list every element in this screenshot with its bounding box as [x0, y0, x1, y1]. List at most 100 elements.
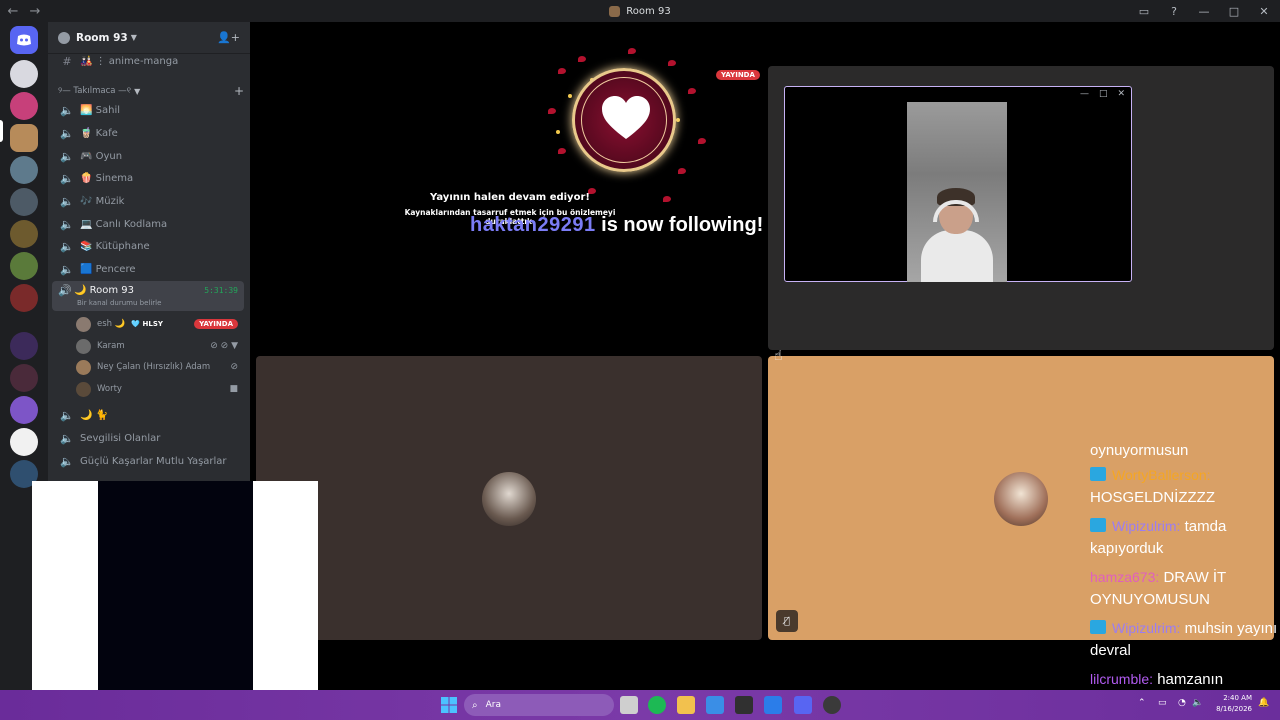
voice-channel[interactable]: 🔈 🍿 Sinema [54, 168, 244, 188]
channel-label: 🍿 Sinema [80, 172, 134, 184]
battery-icon: ▭ [1158, 698, 1167, 708]
channel-label: 📚 Kütüphane [80, 240, 150, 252]
clock[interactable]: 2:40 AM 8/16/2026 [1206, 693, 1252, 715]
speaker-icon: 🔊 [58, 284, 72, 297]
voice-channel-room-93[interactable]: 🔊 🌙 Room 93 Bir kanal durumu belirle 5:3… [52, 281, 244, 311]
channel-status[interactable]: Bir kanal durumu belirle [77, 299, 161, 307]
server-icon[interactable] [10, 332, 38, 360]
voice-user-name: esh 🌙 [97, 319, 126, 329]
server-icon[interactable] [10, 92, 38, 120]
store-icon[interactable] [706, 696, 724, 714]
muted-icon[interactable]: 🎙̸ [776, 610, 798, 632]
taskbar-search[interactable]: ⌕ Ara [464, 694, 614, 716]
voice-user-name: Karam [97, 341, 125, 351]
voice-channel[interactable]: 🔈 🎮 Oyun [54, 146, 244, 166]
inbox-icon[interactable]: ▭ [1136, 5, 1152, 18]
notification-icon[interactable]: 🔔 [1258, 698, 1269, 708]
server-icon[interactable] [10, 252, 38, 280]
voice-user[interactable]: Ney Çalan (Hırsızlık) Adam ⊘ [76, 357, 244, 377]
petal-icon [558, 68, 566, 74]
chat-username: lilcrumble: [1090, 671, 1154, 687]
close-button[interactable]: ✕ [1256, 5, 1272, 18]
chat-message: oynuyormusun [1090, 440, 1280, 462]
voice-channel[interactable]: 🔈 📚 Kütüphane [54, 236, 244, 256]
back-arrow-icon[interactable]: ← [4, 4, 22, 19]
add-member-icon[interactable]: 👤+ [217, 31, 240, 44]
server-icon[interactable] [10, 60, 38, 88]
speaker-icon: 🔈 [60, 431, 74, 445]
channel-label: 🎎 ⋮ anime-manga [80, 55, 179, 67]
voice-channel[interactable]: 🔈 💻 Canlı Kodlama [54, 214, 244, 234]
minimize-button[interactable]: — [1196, 5, 1212, 18]
camera-popout-window[interactable]: — □ ✕ [784, 86, 1132, 282]
discord-taskbar-icon[interactable] [794, 696, 812, 714]
sparkle-icon [556, 130, 560, 134]
voice-channel[interactable]: 🔈 Güçlü Kaşarlar Mutlu Yaşarlar [54, 451, 244, 471]
server-icon[interactable] [10, 220, 38, 248]
server-header[interactable]: Room 93 ▼ 👤+ [48, 22, 250, 54]
steam-icon[interactable] [735, 696, 753, 714]
server-icon[interactable] [10, 428, 38, 456]
chat-username: hamza673: [1090, 569, 1160, 585]
add-channel-icon[interactable]: + [234, 84, 244, 98]
network-icon[interactable]: ◔ [1178, 698, 1186, 708]
video-tile[interactable] [256, 356, 762, 640]
spotify-icon[interactable] [648, 696, 666, 714]
heart-icon [602, 96, 650, 139]
channel-label: 🌅 Sahil [80, 104, 120, 116]
forward-arrow-icon[interactable]: → [26, 4, 44, 19]
server-icon[interactable] [10, 124, 38, 152]
help-icon[interactable]: ? [1166, 5, 1182, 18]
clock-date: 8/16/2026 [1216, 705, 1252, 713]
close-button[interactable]: ✕ [1117, 89, 1125, 99]
server-icon[interactable] [10, 396, 38, 424]
voice-channel[interactable]: 🔈 🌙 🐈 [54, 405, 244, 425]
selected-server-indicator [0, 120, 3, 142]
voice-channel[interactable]: 🔈 Sevgilisi Olanlar [54, 428, 244, 448]
voice-channel[interactable]: 🔈 🟦 Pencere [54, 259, 244, 279]
volume-icon[interactable]: 🔈 [1192, 698, 1203, 708]
voice-channel[interactable]: 🔈 🌅 Sahil [54, 100, 244, 120]
discord-home-icon[interactable] [10, 26, 38, 54]
server-icon[interactable] [10, 284, 38, 312]
file-explorer-icon[interactable] [677, 696, 695, 714]
maximize-button[interactable]: □ [1099, 89, 1108, 99]
voice-channel[interactable]: 🔈 🧋 Kafe [54, 123, 244, 143]
petal-icon [688, 88, 696, 94]
platform-badge-icon [1090, 467, 1106, 481]
petal-icon [628, 48, 636, 54]
server-icon[interactable] [10, 364, 38, 392]
maximize-button[interactable]: □ [1226, 5, 1242, 18]
server-icon[interactable] [10, 156, 38, 184]
server-icon[interactable] [10, 188, 38, 216]
redaction-block [253, 481, 318, 720]
petal-icon [578, 56, 586, 62]
heart-animation [548, 48, 708, 202]
outlook-icon[interactable] [764, 696, 782, 714]
channel-label: Güçlü Kaşarlar Mutlu Yaşarlar [80, 455, 227, 467]
title-bar: ← → Room 93 ▭ ? — □ ✕ [0, 0, 1280, 22]
text-channel-anime-manga[interactable]: # 🎎 ⋮ anime-manga [54, 51, 244, 71]
obs-icon[interactable] [823, 696, 841, 714]
minimize-button[interactable]: — [1080, 89, 1089, 99]
voice-user[interactable]: Worty ■ [76, 379, 244, 399]
chat-username: Wipizulrim: [1112, 620, 1181, 636]
stream-paused-title: Yayının halen devam ediyor! [430, 192, 590, 203]
speaker-icon: 🔈 [60, 126, 74, 140]
search-placeholder: Ara [485, 700, 501, 710]
windows-start-icon[interactable] [440, 696, 458, 714]
speaker-icon: 🔈 [60, 194, 74, 208]
petal-icon [663, 196, 671, 202]
avatar [76, 316, 91, 332]
petal-icon [558, 148, 566, 154]
voice-user[interactable]: esh 🌙 🩵 HLSY YAYINDA [76, 314, 244, 334]
tray-chevron-icon[interactable]: ⌃ [1138, 698, 1146, 708]
channel-label: 💻 Canlı Kodlama [80, 218, 168, 230]
category-takilmaca[interactable]: ୨— Takılmaca —୧ ▼ + [58, 84, 244, 98]
heart-ring [572, 68, 676, 172]
channel-label: 🌙 🐈 [80, 409, 109, 421]
task-view-icon[interactable] [620, 696, 638, 714]
voice-user[interactable]: Karam ⊘ ⊘ ▼ [76, 336, 244, 356]
voice-channel[interactable]: 🔈 🎶 Müzik [54, 191, 244, 211]
speaker-icon: 🔈 [60, 217, 74, 231]
